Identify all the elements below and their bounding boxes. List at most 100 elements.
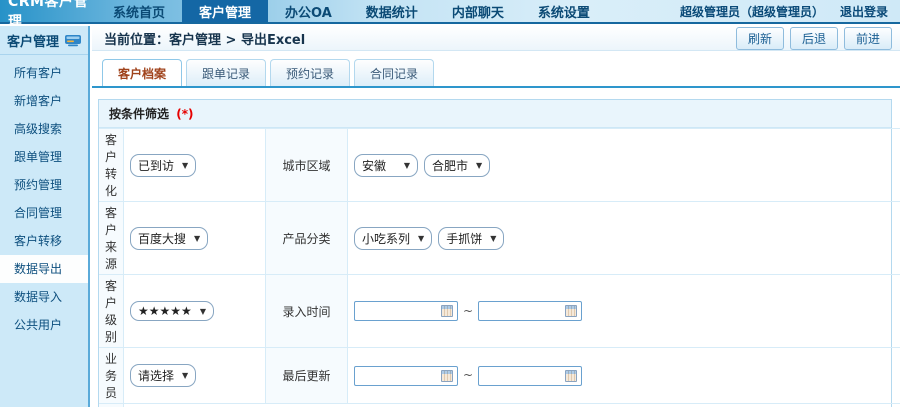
dropdown-请选择[interactable]: 请选择 — [130, 364, 197, 387]
nav-button-前进[interactable]: 前进 — [843, 26, 892, 50]
field-label-客户来源: 客户来源 — [99, 201, 124, 275]
field-value-cell: 小吃系列 手抓饼 — [347, 201, 900, 275]
filter-row: 客户级别 ★★★★★ 录入时间 ~ — [99, 274, 900, 348]
field-value-cell: 安徽 合肥市 — [347, 128, 900, 202]
main-content: 当前位置：客户管理 > 导出Excel 刷新 后退 前进 客户档案 跟单记录 预约记录合… — [92, 26, 900, 407]
date-input-wrap — [478, 365, 583, 386]
nav-button-刷新[interactable]: 刷新 — [735, 26, 784, 50]
date-input[interactable] — [359, 369, 442, 382]
logout-link[interactable]: 退出登录 — [840, 3, 888, 20]
range-separator: ~ — [463, 368, 474, 382]
export-items-cell: 编号录入时间最后更新客户名称详细地址联系电话传真号码企业网站电子邮件产品分类客户… — [123, 403, 900, 407]
nav-button-后退[interactable]: 后退 — [789, 26, 838, 50]
dropdown-安徽[interactable]: 安徽 — [354, 153, 419, 177]
sidebar-title: 客户管理 — [7, 34, 60, 50]
sidebar-item-预约管理[interactable]: 预约管理 — [0, 171, 88, 199]
sidebar-item-合同管理[interactable]: 合同管理 — [0, 199, 88, 227]
dropdown-value: 百度大搜 — [138, 231, 187, 246]
export-items-row: 导出项目编号录入时间最后更新客户名称详细地址联系电话传真号码企业网站电子邮件产品… — [99, 403, 900, 407]
dropdown-合肥市[interactable]: 合肥市 — [424, 153, 491, 177]
filter-panel-header: 按条件筛选 (*) — [99, 100, 891, 128]
date-input[interactable] — [483, 304, 566, 318]
calendar-icon[interactable] — [441, 369, 454, 382]
dropdown-小吃系列[interactable]: 小吃系列 — [354, 226, 433, 250]
date-range-cell: ~ — [347, 274, 900, 348]
field-label-最后更新: 最后更新 — [265, 347, 348, 404]
dropdown-value: 已到访 — [138, 158, 175, 173]
calendar-icon[interactable] — [565, 305, 578, 317]
field-label-录入时间: 录入时间 — [265, 274, 348, 348]
field-label-业务员: 业务员 — [99, 347, 124, 404]
sidebar-header: 客户管理 — [0, 26, 88, 55]
menu-item-系统首页[interactable]: 系统首页 — [96, 0, 182, 22]
record-tabs: 客户档案 跟单记录 预约记录 合同记录 — [92, 59, 900, 88]
dropdown-已到访[interactable]: 已到访 — [130, 153, 197, 177]
field-value-cell: ★★★★★ — [123, 274, 266, 348]
filter-row: 客户转化已到访 城市区域安徽 合肥市 — [99, 128, 900, 202]
sidebar-item-数据导出[interactable]: 数据导出 — [0, 255, 88, 283]
current-user-label: 超级管理员（超级管理员） — [679, 4, 824, 19]
date-input-wrap — [478, 301, 583, 321]
date-input[interactable] — [359, 304, 442, 318]
calendar-icon[interactable] — [441, 305, 454, 317]
chevron-down-icon — [182, 371, 188, 380]
main-menu: 系统首页 客户管理 办公OA 数据统计 内部聊天 系统设置 — [96, 0, 607, 22]
dropdown-value: 小吃系列 — [362, 231, 411, 246]
dropdown-value: 安徽 — [362, 158, 387, 173]
sidebar-item-高级搜索[interactable]: 高级搜索 — [0, 115, 88, 143]
dropdown-value: 合肥市 — [432, 158, 469, 173]
breadcrumb-bar: 当前位置：客户管理 > 导出Excel 刷新 后退 前进 — [92, 26, 900, 51]
topbar-user-area: 超级管理员（超级管理员） 退出登录 — [680, 0, 900, 22]
chevron-down-icon — [200, 307, 206, 316]
field-label-城市区域: 城市区域 — [265, 128, 348, 202]
chevron-down-icon — [490, 234, 496, 243]
dropdown-value: 请选择 — [138, 369, 175, 383]
tab-客户档案[interactable]: 客户档案 — [102, 59, 183, 86]
terminal-icon — [64, 34, 82, 47]
filter-title: 按条件筛选 — [109, 107, 170, 121]
field-label-客户转化: 客户转化 — [99, 128, 124, 202]
field-value-cell: 百度大搜 — [123, 201, 266, 275]
tab-预约记录[interactable]: 预约记录 — [270, 59, 351, 86]
menu-item-数据统计[interactable]: 数据统计 — [349, 0, 435, 22]
breadcrumb: 当前位置：客户管理 > 导出Excel — [104, 32, 306, 48]
dropdown-value: 手抓饼 — [446, 231, 483, 246]
required-mark: (*) — [176, 107, 194, 121]
tab-合同记录[interactable]: 合同记录 — [354, 59, 435, 86]
date-input-wrap — [354, 301, 459, 321]
menu-item-办公OA[interactable]: 办公OA — [268, 0, 349, 22]
sidebar-item-公共用户[interactable]: 公共用户 — [0, 311, 88, 339]
chevron-down-icon — [182, 161, 188, 170]
field-label-客户级别: 客户级别 — [99, 274, 124, 348]
sidebar: 客户管理 所有客户 新增客户 高级搜索 跟单管理 预约管理 合同管理 客户转移 数据导出 数据导… — [0, 26, 90, 407]
filter-row: 客户来源百度大搜 产品分类小吃系列 手抓饼 — [99, 201, 900, 275]
date-input-wrap — [354, 365, 459, 386]
app-logo: CRM客户管理 — [8, 0, 88, 30]
menu-item-内部聊天[interactable]: 内部聊天 — [435, 0, 521, 22]
sidebar-menu: 所有客户 新增客户 高级搜索 跟单管理 预约管理 合同管理 客户转移 数据导出 数据导入 公共用户 — [0, 55, 88, 339]
sidebar-item-客户转移[interactable]: 客户转移 — [0, 227, 88, 255]
sidebar-item-跟单管理[interactable]: 跟单管理 — [0, 143, 88, 171]
menu-item-系统设置[interactable]: 系统设置 — [521, 0, 607, 22]
chevron-down-icon — [194, 234, 200, 243]
filter-panel: 按条件筛选 (*) 客户转化已到访 城市区域安徽 合肥市客户来源百度大搜 产品分类小吃… — [98, 99, 900, 407]
crm-app: CRM客户管理 系统首页 客户管理 办公OA 数据统计 内部聊天 系统设置 超级管理员（超… — [0, 0, 900, 407]
field-label-导出项目: 导出项目 — [99, 403, 124, 407]
filter-table: 客户转化已到访 城市区域安徽 合肥市客户来源百度大搜 产品分类小吃系列 手抓饼客户级别 ★… — [99, 128, 900, 407]
sidebar-item-数据导入[interactable]: 数据导入 — [0, 283, 88, 311]
dropdown-★★★★★[interactable]: ★★★★★ — [130, 301, 214, 321]
menu-item-客户管理[interactable]: 客户管理 — [182, 0, 269, 22]
chevron-down-icon — [418, 234, 424, 243]
dropdown-百度大搜[interactable]: 百度大搜 — [130, 226, 209, 250]
sidebar-item-所有客户[interactable]: 所有客户 — [0, 59, 88, 87]
date-range-cell: ~ — [347, 347, 900, 404]
top-bar: CRM客户管理 系统首页 客户管理 办公OA 数据统计 内部聊天 系统设置 超级管理员（超… — [0, 0, 900, 30]
dropdown-手抓饼[interactable]: 手抓饼 — [438, 226, 505, 250]
dropdown-value: ★★★★★ — [138, 304, 192, 318]
sidebar-item-新增客户[interactable]: 新增客户 — [0, 87, 88, 115]
date-input[interactable] — [483, 369, 566, 382]
calendar-icon[interactable] — [565, 369, 578, 382]
nav-button-group: 刷新 后退 前进 — [735, 26, 892, 50]
tab-跟单记录[interactable]: 跟单记录 — [186, 59, 267, 86]
chevron-down-icon — [404, 161, 410, 170]
